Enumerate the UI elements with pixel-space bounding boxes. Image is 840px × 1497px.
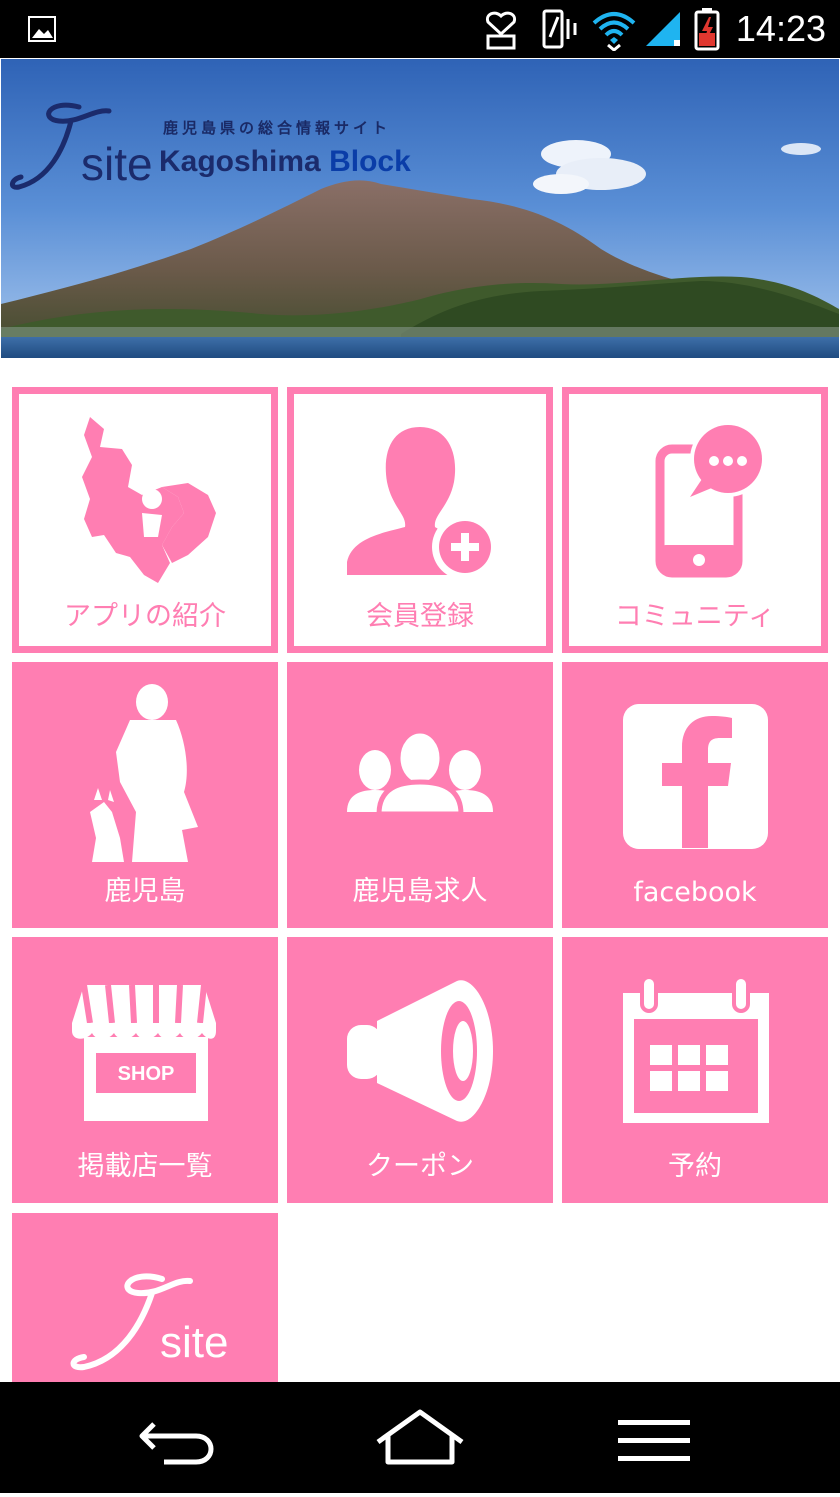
logo-kagoshima-block: Kagoshima Block <box>159 145 411 179</box>
home-icon <box>376 1409 464 1465</box>
wifi-icon <box>592 12 636 51</box>
isite-logo-icon: site <box>70 1273 228 1371</box>
tile-kagoshima[interactable]: 鹿児島 <box>12 662 278 928</box>
logo-block-text: Block <box>329 145 411 178</box>
shop-sign-text: SHOP <box>118 1063 175 1085</box>
tile-isite[interactable]: site <box>12 1213 278 1382</box>
tile-label: コミュニティ <box>614 601 776 632</box>
signal-icon <box>646 12 680 46</box>
menu-button[interactable] <box>570 1382 750 1493</box>
tile-shop-list[interactable]: SHOP 掲載店一覧 <box>12 937 278 1203</box>
logo-subtitle: 鹿児島県の総合情報サイト <box>163 119 392 137</box>
navigation-bar <box>0 1382 840 1493</box>
back-button[interactable] <box>92 1382 272 1493</box>
header-banner: 鹿児島県の総合情報サイト site Kagoshima Block <box>1 59 839 358</box>
tile-label: 鹿児島求人 <box>352 876 488 907</box>
tile-kagoshima-jobs[interactable]: 鹿児島求人 <box>287 662 553 928</box>
tile-label: 掲載店一覧 <box>77 1151 213 1182</box>
tile-label: 予約 <box>668 1151 722 1182</box>
logo-kagoshima-text: Kagoshima <box>159 145 321 178</box>
tile-reservation[interactable]: 予約 <box>562 937 828 1203</box>
tile-label: 会員登録 <box>366 601 474 632</box>
tile-app-intro[interactable]: アプリの紹介 <box>12 387 278 653</box>
logo-site-text: site <box>81 138 153 190</box>
vibrate-icon <box>542 9 577 49</box>
battery-charging-icon <box>694 8 720 51</box>
tile-member-registration[interactable]: 会員登録 <box>287 387 553 653</box>
menu-icon <box>618 1420 690 1461</box>
tile-label: アプリの紹介 <box>64 601 226 632</box>
status-bar: 14:23 <box>0 0 840 58</box>
notification-icon <box>485 11 517 50</box>
clock: 14:23 <box>735 8 826 49</box>
tile-community[interactable]: コミュニティ <box>562 387 828 653</box>
tile-label: クーポン <box>366 1151 474 1182</box>
tile-label: 鹿児島 <box>104 876 186 907</box>
back-icon <box>139 1422 214 1465</box>
tile-coupon[interactable]: クーポン <box>287 937 553 1203</box>
tile-facebook[interactable]: facebook <box>562 662 828 928</box>
image-icon <box>28 16 56 42</box>
tile-label: facebook <box>633 877 757 908</box>
isite-logo-text: site <box>160 1318 228 1367</box>
home-button[interactable] <box>330 1382 510 1493</box>
